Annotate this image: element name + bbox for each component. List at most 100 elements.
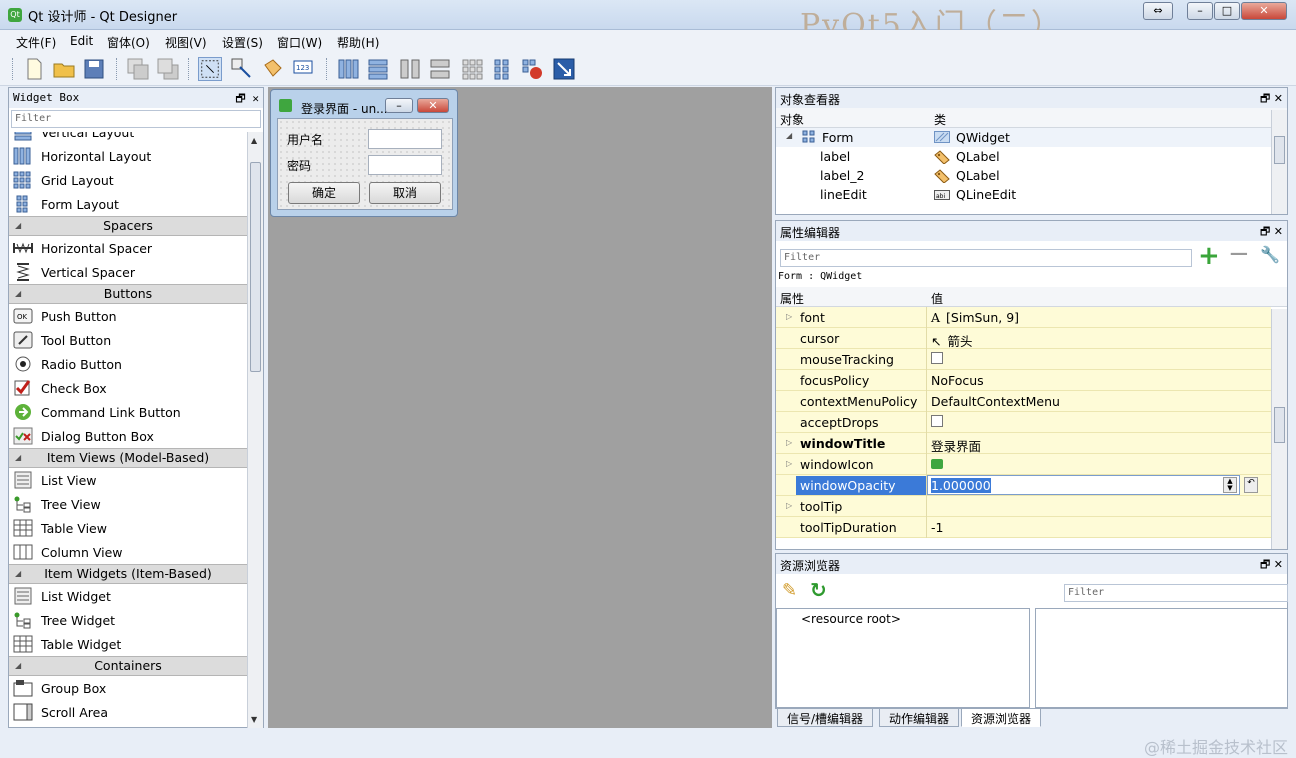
- property-row[interactable]: windowOpacity 1.000000 ▲ ▼ ↶: [776, 475, 1271, 496]
- edit-widgets-icon[interactable]: [198, 57, 222, 81]
- property-value-cell[interactable]: [931, 415, 943, 430]
- property-row[interactable]: toolTipDuration -1: [776, 517, 1271, 538]
- widget-item[interactable]: Radio Button: [9, 352, 247, 376]
- expand-triangle-icon[interactable]: ▷: [786, 438, 792, 447]
- add-property-icon[interactable]: +: [1198, 241, 1220, 271]
- widget-item[interactable]: Horizontal Layout: [9, 144, 247, 168]
- close-button[interactable]: ✕: [1241, 2, 1287, 20]
- form-close-button[interactable]: ✕: [417, 98, 449, 113]
- remove-property-icon[interactable]: −: [1228, 239, 1250, 269]
- col-class[interactable]: 类: [934, 111, 946, 128]
- float-icon[interactable]: 🗗: [235, 92, 245, 105]
- property-value-cell[interactable]: A [SimSun, 9]: [931, 310, 1019, 325]
- form-minimize-button[interactable]: –: [385, 98, 413, 113]
- layout-horizontal-icon[interactable]: [336, 57, 360, 81]
- break-layout-icon[interactable]: [520, 57, 544, 81]
- edit-tab-order-icon[interactable]: 123: [292, 57, 316, 81]
- layout-grid-icon[interactable]: [460, 57, 484, 81]
- col-property[interactable]: 属性: [780, 290, 804, 307]
- close-dock-icon[interactable]: ✕: [252, 92, 259, 105]
- widget-item[interactable]: Tree View: [9, 492, 247, 516]
- username-label[interactable]: 用户名: [287, 131, 323, 148]
- col-object[interactable]: 对象: [780, 111, 804, 128]
- category-header[interactable]: ◢ Item Widgets (Item-Based): [9, 564, 247, 584]
- widget-item[interactable]: OK Push Button: [9, 304, 247, 328]
- password-label[interactable]: 密码: [287, 157, 311, 174]
- spin-arrows-icon[interactable]: ▲ ▼: [1223, 477, 1237, 493]
- send-back-icon[interactable]: [126, 57, 150, 81]
- category-header[interactable]: ◢ Item Views (Model-Based): [9, 448, 247, 468]
- property-value[interactable]: 1.000000: [931, 478, 991, 493]
- property-row[interactable]: ▷ font A [SimSun, 9]: [776, 307, 1271, 328]
- property-row[interactable]: contextMenuPolicy DefaultContextMenu: [776, 391, 1271, 412]
- opacity-spinbox[interactable]: 1.000000 ▲ ▼: [927, 475, 1240, 495]
- layout-form-icon[interactable]: [490, 57, 514, 81]
- password-input[interactable]: [368, 155, 442, 175]
- collapse-triangle-icon[interactable]: ◢: [15, 657, 21, 675]
- object-row[interactable]: ◢ Form QWidget: [776, 128, 1271, 147]
- username-input[interactable]: [368, 129, 442, 149]
- property-value-cell[interactable]: -1: [931, 520, 943, 535]
- resource-root-item[interactable]: <resource root>: [801, 612, 901, 626]
- layout-v-splitter-icon[interactable]: [428, 57, 452, 81]
- form-window[interactable]: 登录界面 - un... – ✕ 用户名 密码 确定 取消: [270, 89, 458, 217]
- layout-vertical-icon[interactable]: [366, 57, 390, 81]
- property-row[interactable]: ▷ windowTitle 登录界面: [776, 433, 1271, 454]
- collapse-triangle-icon[interactable]: ◢: [15, 565, 21, 583]
- expand-triangle-icon[interactable]: ◢: [786, 131, 792, 140]
- property-row[interactable]: focusPolicy NoFocus: [776, 370, 1271, 391]
- property-row[interactable]: ▷ windowIcon: [776, 454, 1271, 475]
- widget-box-filter[interactable]: Filter: [11, 110, 261, 128]
- menu-window[interactable]: 窗口(W): [277, 34, 322, 51]
- edit-signals-icon[interactable]: [230, 57, 254, 81]
- close-dock-icon[interactable]: ✕: [1274, 225, 1283, 238]
- widget-item[interactable]: Form Layout: [9, 192, 247, 216]
- object-scrollbar[interactable]: [1271, 110, 1287, 214]
- widget-box-scrollbar[interactable]: ▲ ▼: [247, 132, 263, 728]
- close-dock-icon[interactable]: ✕: [1274, 92, 1283, 105]
- layout-h-splitter-icon[interactable]: [398, 57, 422, 81]
- widget-item[interactable]: Tree Widget: [9, 608, 247, 632]
- widget-item[interactable]: List View: [9, 468, 247, 492]
- maximize-button[interactable]: □: [1214, 2, 1240, 20]
- tab-action-editor[interactable]: 动作编辑器: [879, 708, 960, 727]
- property-value-cell[interactable]: NoFocus: [931, 373, 984, 388]
- form-body[interactable]: 用户名 密码 确定 取消: [277, 118, 453, 210]
- checkbox[interactable]: [931, 415, 943, 427]
- resource-filter[interactable]: Filter: [1064, 584, 1288, 602]
- save-icon[interactable]: [82, 57, 106, 81]
- collapse-triangle-icon[interactable]: ◢: [15, 285, 21, 303]
- float-icon[interactable]: 🗗: [1260, 92, 1270, 105]
- widget-item[interactable]: Check Box: [9, 376, 247, 400]
- menu-edit[interactable]: Edit: [70, 34, 93, 48]
- restore-layout-button[interactable]: ⇔: [1143, 2, 1173, 20]
- ok-button[interactable]: 确定: [288, 182, 360, 204]
- edit-resources-icon[interactable]: ✎: [782, 580, 797, 601]
- resource-tree[interactable]: <resource root>: [776, 608, 1030, 708]
- category-header[interactable]: ◢ Spacers: [9, 216, 247, 236]
- expand-triangle-icon[interactable]: ▷: [786, 501, 792, 510]
- reset-property-icon[interactable]: ↶: [1244, 477, 1258, 493]
- widget-item[interactable]: Grid Layout: [9, 168, 247, 192]
- widget-item[interactable]: Horizontal Spacer: [9, 236, 247, 260]
- tab-resource-browser[interactable]: 资源浏览器: [961, 708, 1042, 727]
- scrollbar-thumb[interactable]: [1274, 407, 1285, 443]
- widget-item[interactable]: Tool Button: [9, 328, 247, 352]
- close-dock-icon[interactable]: ✕: [1274, 558, 1283, 571]
- col-value[interactable]: 值: [931, 290, 943, 307]
- widget-item[interactable]: Group Box: [9, 676, 247, 700]
- widget-item[interactable]: Table Widget: [9, 632, 247, 656]
- adjust-size-icon[interactable]: [552, 57, 576, 81]
- property-value-cell[interactable]: DefaultContextMenu: [931, 394, 1060, 409]
- widget-item[interactable]: Dialog Button Box: [9, 424, 247, 448]
- property-scrollbar[interactable]: [1271, 309, 1287, 549]
- new-file-icon[interactable]: [22, 57, 46, 81]
- minimize-button[interactable]: –: [1187, 2, 1213, 20]
- property-row[interactable]: mouseTracking: [776, 349, 1271, 370]
- property-row[interactable]: ▷ toolTip: [776, 496, 1271, 517]
- collapse-triangle-icon[interactable]: ◢: [15, 449, 21, 467]
- property-row[interactable]: cursor ↖ 箭头: [776, 328, 1271, 349]
- property-value-cell[interactable]: 登录界面: [931, 436, 981, 455]
- cancel-button[interactable]: 取消: [369, 182, 441, 204]
- expand-triangle-icon[interactable]: ▷: [786, 459, 792, 468]
